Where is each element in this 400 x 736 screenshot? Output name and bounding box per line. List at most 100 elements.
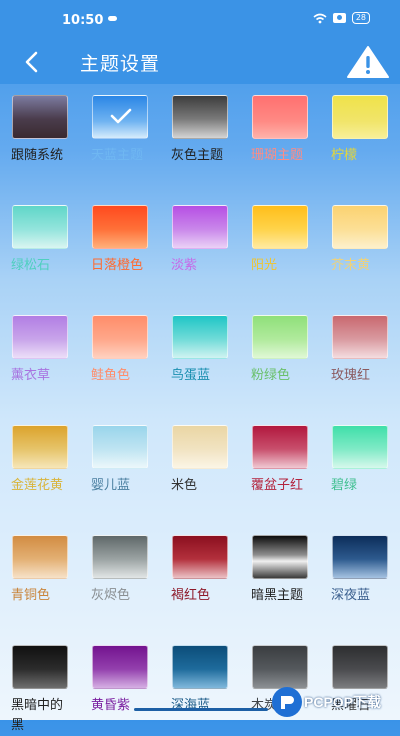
- theme-label: 深海蓝: [171, 698, 211, 713]
- theme-label: 灰色主题: [171, 148, 224, 163]
- theme-label: 金莲花黄: [11, 478, 64, 493]
- theme-option[interactable]: 黄昏紫: [91, 645, 150, 716]
- theme-label: 青铜色: [11, 588, 51, 603]
- theme-swatch[interactable]: [332, 315, 388, 359]
- theme-swatch[interactable]: [332, 535, 388, 579]
- theme-label: 淡紫: [171, 258, 198, 273]
- theme-option[interactable]: 淡紫: [171, 205, 230, 276]
- theme-swatch[interactable]: [92, 205, 148, 249]
- theme-swatch[interactable]: [172, 95, 228, 139]
- theme-label: 黑暗中的黑: [11, 698, 64, 733]
- theme-option[interactable]: 绿松石: [11, 205, 70, 276]
- theme-option[interactable]: 米色: [171, 425, 230, 496]
- theme-option[interactable]: 鲑鱼色: [91, 315, 150, 386]
- theme-swatch[interactable]: [92, 95, 148, 139]
- theme-option[interactable]: 金莲花黄: [11, 425, 70, 496]
- theme-label: 黄昏紫: [91, 698, 131, 713]
- watermark-logo-icon: [272, 687, 302, 717]
- theme-swatch[interactable]: [332, 425, 388, 469]
- theme-option[interactable]: 跟随系统: [11, 95, 70, 166]
- theme-option[interactable]: 粉绿色: [251, 315, 310, 386]
- theme-label: 深夜蓝: [331, 588, 371, 603]
- theme-swatch[interactable]: [12, 205, 68, 249]
- theme-label: 米色: [171, 478, 198, 493]
- theme-swatch[interactable]: [12, 645, 68, 689]
- theme-swatch[interactable]: [332, 645, 388, 689]
- theme-option[interactable]: 柠檬: [331, 95, 390, 166]
- theme-option[interactable]: 珊瑚主题: [251, 95, 310, 166]
- theme-option[interactable]: 芥末黄: [331, 205, 390, 276]
- theme-swatch[interactable]: [252, 205, 308, 249]
- theme-swatch[interactable]: [92, 645, 148, 689]
- watermark: PCPOP下载: [272, 684, 400, 720]
- theme-label: 薰衣草: [11, 368, 51, 383]
- theme-label: 灰烬色: [91, 588, 131, 603]
- theme-label: 绿松石: [11, 258, 51, 273]
- theme-option[interactable]: 黑暗中的黑: [11, 645, 70, 736]
- theme-swatch[interactable]: [172, 645, 228, 689]
- checkmark-icon: [110, 108, 132, 124]
- theme-swatch[interactable]: [172, 425, 228, 469]
- theme-swatch[interactable]: [252, 645, 308, 689]
- theme-swatch[interactable]: [172, 315, 228, 359]
- theme-label: 跟随系统: [11, 148, 64, 163]
- wifi-icon: [313, 13, 327, 23]
- theme-swatch[interactable]: [92, 425, 148, 469]
- back-arrow-icon[interactable]: [20, 49, 46, 75]
- warning-icon[interactable]: [346, 45, 390, 79]
- theme-label: 阳光: [251, 258, 278, 273]
- theme-swatch[interactable]: [332, 205, 388, 249]
- battery-indicator: 28: [351, 12, 370, 24]
- theme-swatch[interactable]: [12, 535, 68, 579]
- theme-swatch[interactable]: [12, 315, 68, 359]
- theme-option[interactable]: 阳光: [251, 205, 310, 276]
- theme-option[interactable]: 青铜色: [11, 535, 70, 606]
- theme-label: 褐红色: [171, 588, 211, 603]
- theme-label: 天蓝主题: [91, 148, 144, 163]
- theme-option[interactable]: 褐红色: [171, 535, 230, 606]
- theme-label: 鸟蛋蓝: [171, 368, 211, 383]
- status-time: 10:50: [62, 13, 104, 28]
- home-indicator[interactable]: [134, 708, 268, 711]
- theme-label: 粉绿色: [251, 368, 291, 383]
- theme-swatch[interactable]: [172, 205, 228, 249]
- theme-option[interactable]: 暗黑主题: [251, 535, 310, 606]
- theme-option[interactable]: 玫瑰红: [331, 315, 390, 386]
- theme-option[interactable]: 鸟蛋蓝: [171, 315, 230, 386]
- theme-label: 覆盆子红: [251, 478, 304, 493]
- theme-swatch[interactable]: [92, 315, 148, 359]
- theme-swatch[interactable]: [252, 425, 308, 469]
- theme-label: 鲑鱼色: [91, 368, 131, 383]
- theme-label: 玫瑰红: [331, 368, 371, 383]
- page-title: 主题设置: [80, 53, 161, 75]
- theme-swatch[interactable]: [172, 535, 228, 579]
- theme-option[interactable]: 灰色主题: [171, 95, 230, 166]
- theme-label: 日落橙色: [91, 258, 144, 273]
- theme-label: 暗黑主题: [251, 588, 304, 603]
- theme-swatch[interactable]: [332, 95, 388, 139]
- theme-option[interactable]: 深海蓝: [171, 645, 230, 716]
- theme-option[interactable]: 婴儿蓝: [91, 425, 150, 496]
- theme-option[interactable]: 深夜蓝: [331, 535, 390, 606]
- watermark-text: PCPOP下载: [304, 694, 382, 710]
- theme-swatch[interactable]: [92, 535, 148, 579]
- theme-swatch[interactable]: [12, 425, 68, 469]
- app-header: 主题设置: [0, 40, 400, 84]
- theme-swatch[interactable]: [252, 315, 308, 359]
- status-bar: 10:50 28: [0, 0, 400, 40]
- theme-option[interactable]: 日落橙色: [91, 205, 150, 276]
- theme-option[interactable]: 灰烬色: [91, 535, 150, 606]
- theme-swatch[interactable]: [12, 95, 68, 139]
- theme-option[interactable]: 天蓝主题: [91, 95, 150, 166]
- theme-label: 碧绿: [331, 478, 358, 493]
- theme-option[interactable]: 薰衣草: [11, 315, 70, 386]
- theme-grid: 跟随系统 天蓝主题 灰色主题 珊瑚主题 柠檬绿松石 日落橙色 淡紫 阳光 芥末黄薰衣草 鲑鱼色 鸟蛋…: [0, 84, 400, 733]
- theme-swatch[interactable]: [252, 535, 308, 579]
- cloud-icon: [108, 16, 117, 21]
- theme-label: 珊瑚主题: [251, 148, 304, 163]
- theme-option[interactable]: 覆盆子红: [251, 425, 310, 496]
- theme-label: 芥末黄: [331, 258, 371, 273]
- theme-option[interactable]: 碧绿: [331, 425, 390, 496]
- theme-label: 婴儿蓝: [91, 478, 131, 493]
- theme-swatch[interactable]: [252, 95, 308, 139]
